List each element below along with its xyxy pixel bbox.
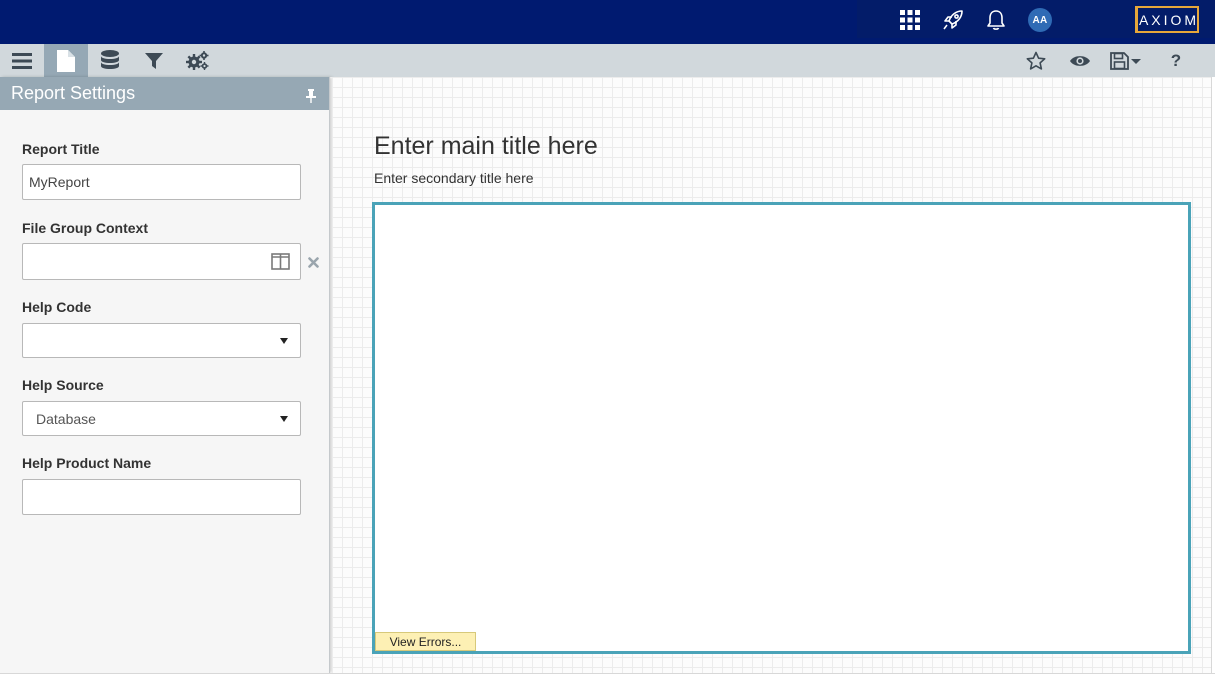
main-toolbar: ?	[0, 44, 1215, 77]
bell-icon[interactable]	[983, 7, 1009, 33]
help-product-name-label: Help Product Name	[22, 455, 152, 471]
database-icon[interactable]	[88, 44, 132, 77]
report-settings-panel: Report Settings Report Title MyReport Fi…	[0, 77, 330, 673]
clear-icon[interactable]	[308, 255, 319, 273]
report-title-label: Report Title	[22, 141, 100, 157]
chevron-down-icon	[280, 338, 288, 344]
help-code-select[interactable]	[22, 323, 301, 358]
top-right-region: AA AXIOM	[857, 0, 1215, 38]
secondary-title[interactable]: Enter secondary title here	[374, 170, 534, 186]
menu-icon[interactable]	[0, 44, 44, 77]
apps-grid-icon[interactable]	[897, 7, 923, 33]
report-title-value: MyReport	[29, 174, 90, 190]
document-icon[interactable]	[44, 44, 88, 77]
filter-icon[interactable]	[132, 44, 176, 77]
chevron-down-icon	[1131, 58, 1141, 64]
help-label: ?	[1170, 50, 1182, 70]
help-source-label: Help Source	[22, 377, 104, 393]
axiom-logo: AXIOM	[1135, 6, 1199, 33]
help-source-value: Database	[36, 410, 96, 427]
bottom-edge	[0, 673, 1215, 678]
panel-header: Report Settings	[0, 77, 329, 110]
report-body-area[interactable]: View Errors...	[372, 202, 1191, 654]
settings-gears-icon[interactable]	[176, 44, 220, 77]
main-title[interactable]: Enter main title here	[374, 132, 598, 161]
save-icon	[1110, 51, 1129, 70]
pin-icon[interactable]	[305, 87, 317, 108]
top-header-bar: AA AXIOM	[0, 0, 1215, 44]
help-icon[interactable]: ?	[1154, 44, 1198, 77]
panel-layout-icon[interactable]	[271, 253, 290, 273]
help-code-label: Help Code	[22, 299, 92, 315]
chevron-down-icon	[280, 416, 288, 422]
star-icon[interactable]	[1014, 44, 1058, 77]
report-title-input[interactable]: MyReport	[22, 164, 301, 200]
view-errors-button[interactable]: View Errors...	[375, 632, 476, 651]
panel-title: Report Settings	[11, 83, 136, 103]
file-group-context-input[interactable]	[22, 243, 301, 280]
rocket-icon[interactable]	[940, 7, 966, 33]
user-avatar[interactable]: AA	[1028, 8, 1052, 32]
save-dropdown-button[interactable]	[1105, 44, 1147, 77]
right-edge	[1211, 77, 1215, 673]
eye-icon[interactable]	[1058, 44, 1102, 77]
help-source-select[interactable]: Database	[22, 401, 301, 436]
file-group-context-label: File Group Context	[22, 220, 148, 236]
help-product-name-input[interactable]	[22, 479, 301, 515]
report-canvas: Enter main title here Enter secondary ti…	[332, 77, 1211, 673]
